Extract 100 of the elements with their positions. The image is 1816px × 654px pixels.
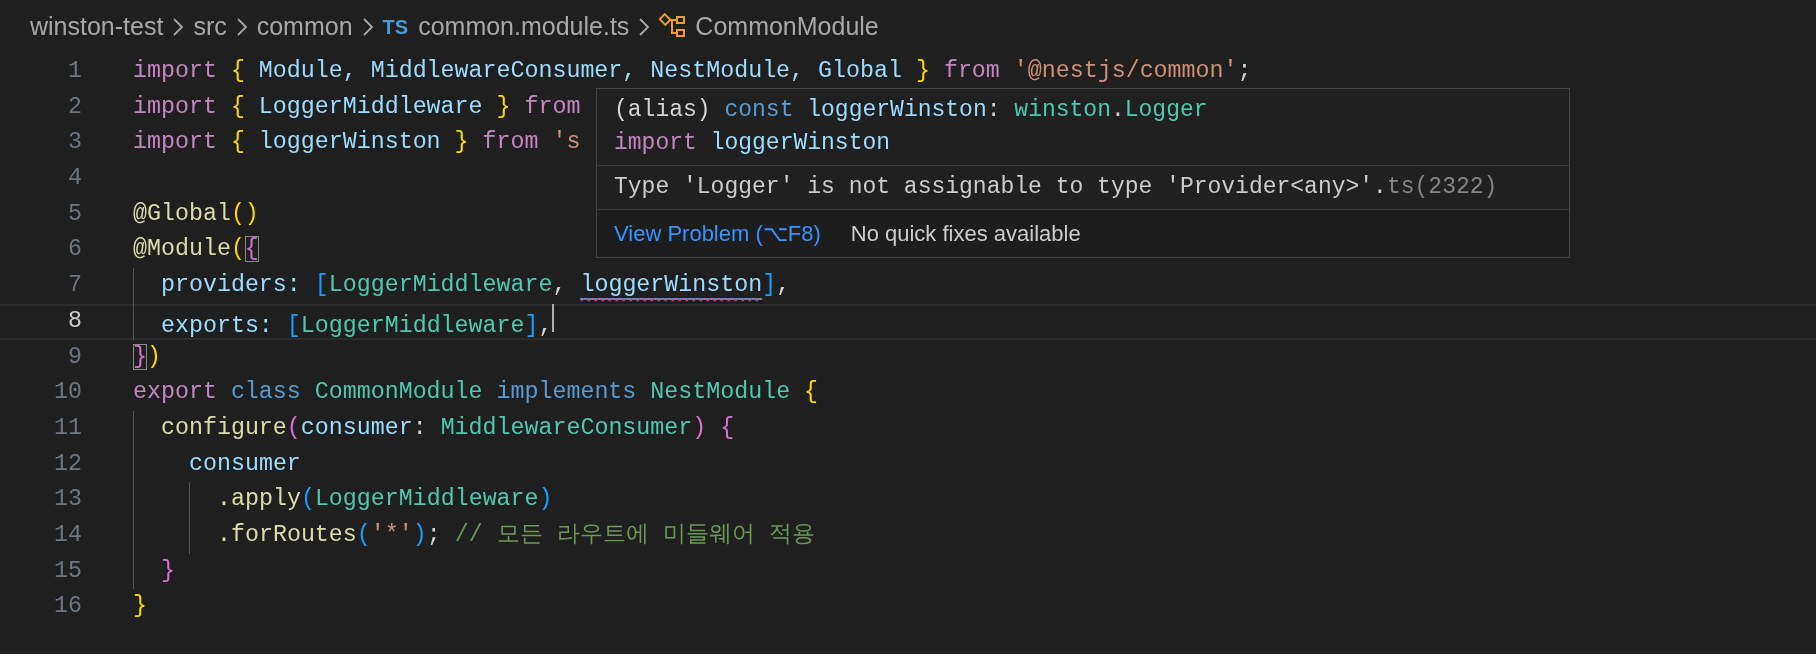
keyword: import bbox=[133, 129, 217, 156]
line-number: 3 bbox=[67, 128, 82, 158]
bracket: { bbox=[230, 93, 245, 120]
bracket: [ bbox=[286, 312, 301, 339]
type-name: NestModule bbox=[650, 379, 791, 406]
bracket: ] bbox=[524, 312, 539, 339]
chevron-icon bbox=[360, 16, 375, 38]
string-literal: 's bbox=[552, 129, 581, 156]
bracket: ] bbox=[762, 272, 777, 299]
status-text: No quick fixes available bbox=[850, 220, 1081, 248]
identifier: loggerWinston bbox=[710, 130, 891, 156]
line-number: 6 bbox=[67, 235, 82, 265]
line-number: 10 bbox=[53, 378, 82, 408]
function-name: @Module bbox=[133, 236, 231, 263]
breadcrumb-item[interactable]: common.module.ts bbox=[418, 8, 630, 46]
identifier: Module, MiddlewareConsumer, NestModule, Global bbox=[258, 58, 902, 84]
function-name: @Global bbox=[133, 200, 231, 227]
line-number: 1 bbox=[67, 57, 82, 86]
breadcrumb-item[interactable]: src bbox=[193, 8, 227, 46]
chevron-icon bbox=[234, 16, 249, 38]
bracket: { bbox=[720, 414, 735, 441]
punctuation: : bbox=[986, 97, 1001, 123]
string-literal: '*' bbox=[370, 521, 413, 548]
breadcrumb-item[interactable]: CommonModule bbox=[695, 8, 879, 46]
string-literal: '@nestjs/common' bbox=[1013, 58, 1238, 84]
type-name: winston bbox=[1014, 97, 1111, 123]
punctuation: ; bbox=[426, 521, 441, 548]
function-name: .forRoutes bbox=[217, 521, 357, 548]
bracket: } bbox=[915, 58, 930, 84]
line-number: 15 bbox=[53, 556, 82, 586]
bracket: { bbox=[230, 129, 245, 156]
punctuation: , bbox=[776, 272, 791, 299]
keyword: import bbox=[614, 130, 697, 156]
line-number: 4 bbox=[67, 164, 82, 194]
bracket: ( bbox=[300, 486, 315, 513]
function-name: configure bbox=[161, 414, 287, 441]
type-name: LoggerMiddleware bbox=[314, 486, 539, 513]
punctuation: , bbox=[552, 272, 567, 299]
chevron-icon bbox=[637, 16, 652, 38]
error-message: Type 'Logger' is not assignable to type 'Provider<any>'. bbox=[614, 173, 1387, 202]
bracket: } bbox=[454, 129, 469, 156]
type-name: LoggerMiddleware bbox=[328, 272, 553, 299]
keyword: import bbox=[133, 58, 217, 84]
chevron-icon bbox=[171, 16, 186, 38]
line-number: 16 bbox=[53, 592, 82, 622]
identifier: consumer bbox=[189, 450, 301, 477]
punctuation: : bbox=[412, 414, 427, 441]
keyword: export bbox=[133, 379, 217, 406]
identifier: LoggerMiddleware bbox=[258, 93, 483, 120]
line-number: 13 bbox=[53, 485, 82, 515]
bracket: } bbox=[133, 593, 147, 620]
line-number: 2 bbox=[67, 92, 82, 122]
bracket: ) bbox=[412, 521, 427, 548]
bracket: ) bbox=[538, 486, 553, 513]
bracket: { bbox=[244, 236, 259, 263]
type-name: MiddlewareConsumer bbox=[440, 414, 693, 441]
keyword: implements bbox=[496, 379, 637, 406]
function-name: .apply bbox=[217, 486, 301, 513]
keyword: class bbox=[230, 379, 301, 406]
bracket: ( bbox=[356, 521, 371, 548]
punctuation: (alias) bbox=[614, 97, 711, 123]
bracket: () bbox=[230, 200, 259, 227]
keyword: from bbox=[524, 93, 581, 120]
bracket: } bbox=[133, 343, 147, 370]
identifier: loggerWinston bbox=[258, 129, 441, 156]
punctuation: ; bbox=[1237, 58, 1252, 84]
keyword: from bbox=[943, 58, 1000, 84]
bracket: { bbox=[804, 379, 819, 406]
breadcrumb-item[interactable]: common bbox=[256, 8, 353, 46]
bracket: } bbox=[161, 557, 175, 584]
keyword: import bbox=[133, 93, 217, 120]
bracket: ) bbox=[147, 343, 161, 370]
bracket: { bbox=[230, 58, 245, 84]
type-name: LoggerMiddleware bbox=[300, 312, 525, 339]
bracket: } bbox=[496, 93, 511, 120]
identifier: providers: bbox=[161, 272, 301, 299]
keyword: const bbox=[724, 97, 794, 123]
line-number: 14 bbox=[53, 520, 82, 550]
line-number: 9 bbox=[67, 342, 82, 372]
bracket: ( bbox=[230, 236, 245, 263]
keyword: from bbox=[482, 129, 539, 156]
line-number: 8 bbox=[67, 306, 82, 336]
line-number: 7 bbox=[67, 271, 82, 301]
punctuation: , bbox=[538, 312, 553, 339]
line-number: 12 bbox=[53, 449, 82, 479]
type-name: Logger bbox=[1124, 97, 1208, 123]
bracket: ( bbox=[286, 414, 301, 441]
identifier: loggerWinston bbox=[807, 97, 987, 123]
line-number: 5 bbox=[67, 199, 82, 229]
line-number: 11 bbox=[53, 413, 82, 443]
type-name: CommonModule bbox=[314, 379, 483, 406]
identifier: consumer bbox=[300, 414, 413, 441]
bracket: ) bbox=[692, 414, 707, 441]
code-comment: // 모든 라우트에 미들웨어 적용 bbox=[454, 521, 815, 548]
error-code: ts(2322) bbox=[1386, 173, 1498, 202]
identifier: exports: bbox=[161, 312, 273, 339]
identifier: loggerWinston bbox=[580, 272, 763, 301]
view-problem-link[interactable]: View Problem (⌥F8) bbox=[614, 217, 821, 250]
bracket: [ bbox=[314, 272, 329, 299]
breadcrumb-item[interactable]: winston-test bbox=[30, 8, 164, 46]
